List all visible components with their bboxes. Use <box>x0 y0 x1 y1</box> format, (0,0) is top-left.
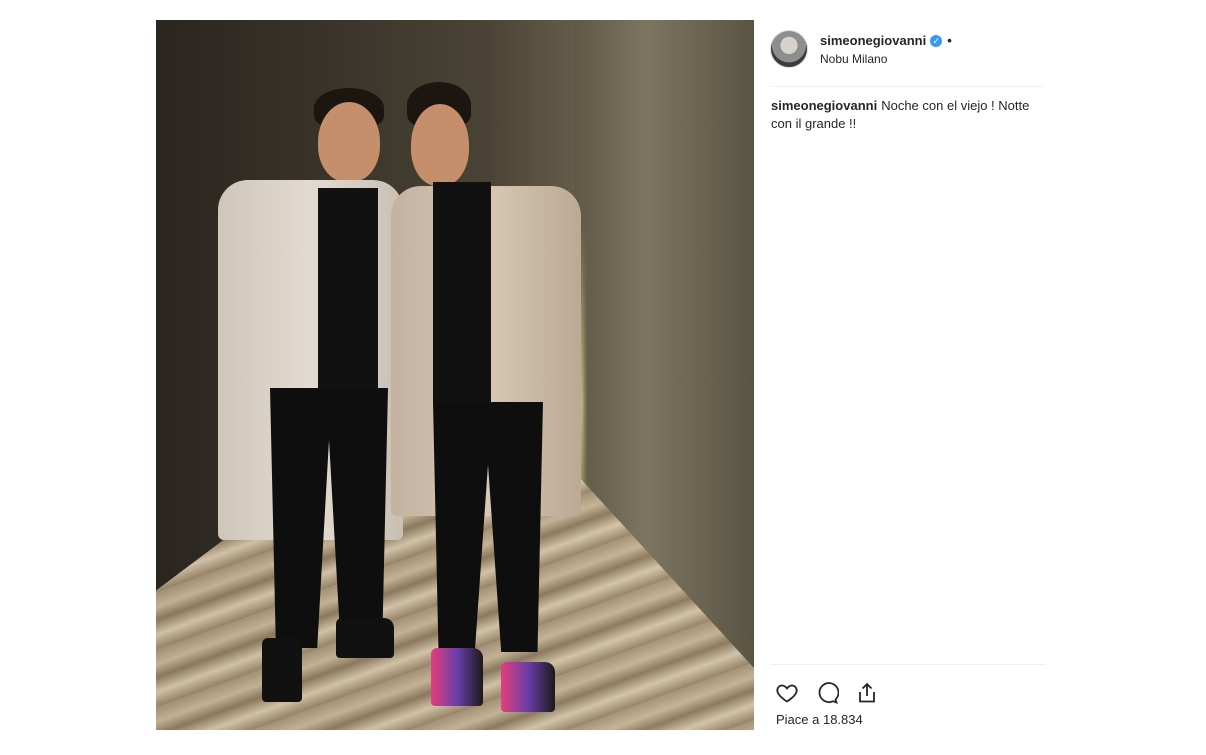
location-link[interactable]: Nobu Milano <box>820 52 952 66</box>
share-button[interactable] <box>854 680 880 706</box>
avatar[interactable] <box>770 30 808 68</box>
username-link[interactable]: simeonegiovanni <box>820 33 926 48</box>
likes-count[interactable]: Piace a 18.834 <box>776 712 863 727</box>
heart-icon <box>776 684 798 703</box>
username-line: simeonegiovanni ✓ • <box>820 33 952 48</box>
share-icon <box>859 682 875 703</box>
comment-button[interactable] <box>814 680 840 706</box>
separator-dot: • <box>947 33 952 48</box>
person-right <box>391 82 581 712</box>
post-caption: simeonegiovanni Noche con el viejo ! Nott… <box>771 97 1041 133</box>
post-photo[interactable] <box>156 20 754 730</box>
post-header-text: simeonegiovanni ✓ • Nobu Milano <box>820 33 952 66</box>
actions-divider <box>770 664 1046 665</box>
post-side-panel: simeonegiovanni ✓ • Nobu Milano simeoneg… <box>754 20 1046 730</box>
verified-badge-icon: ✓ <box>930 34 943 47</box>
post-actions <box>774 680 880 706</box>
like-button[interactable] <box>774 680 800 706</box>
post-header: simeonegiovanni ✓ • Nobu Milano <box>770 28 1046 86</box>
header-divider <box>770 86 1044 87</box>
caption-username-link[interactable]: simeonegiovanni <box>771 98 877 113</box>
person-left <box>218 88 403 708</box>
comment-icon <box>818 682 839 704</box>
